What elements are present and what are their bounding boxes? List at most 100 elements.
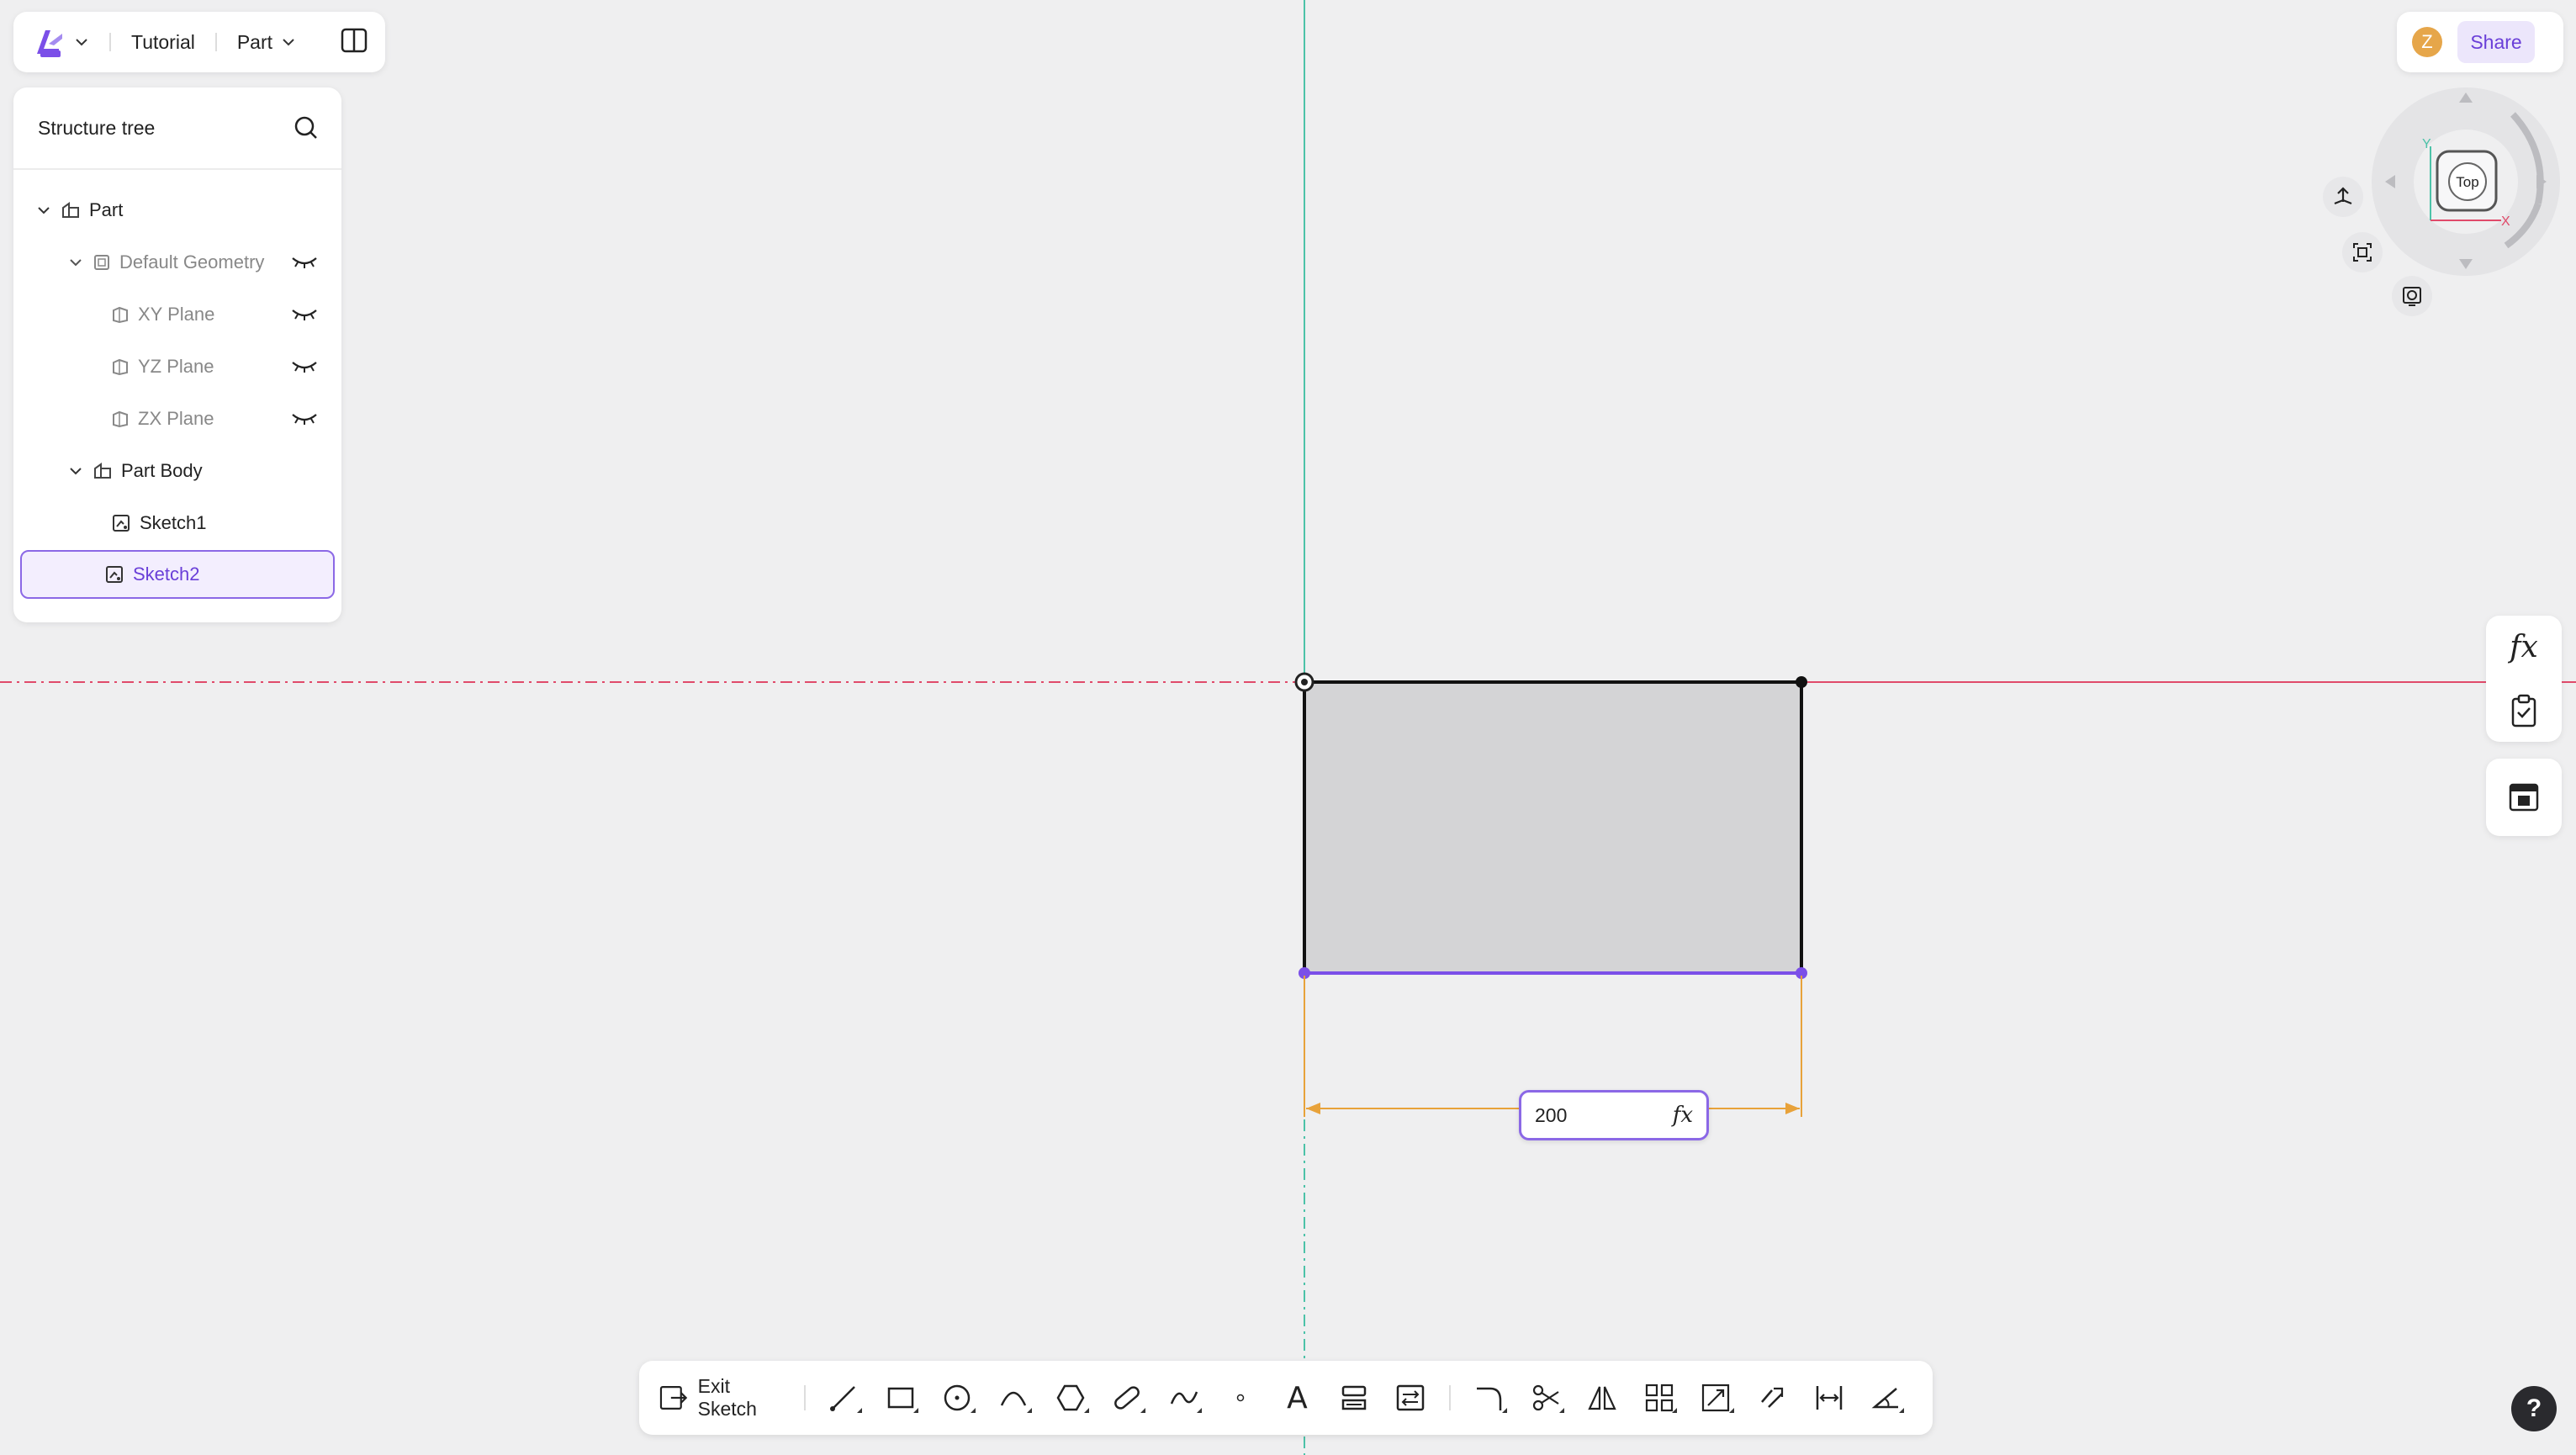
chevron-down-icon[interactable] (66, 464, 86, 478)
circle-icon (944, 1384, 971, 1411)
structure-tree-title: Structure tree (38, 116, 156, 139)
chevron-down-icon (283, 39, 294, 46)
tree-item-label: Part (89, 199, 124, 220)
tree-item-label: ZX Plane (138, 408, 214, 429)
right-side-panel-secondary (2486, 759, 2562, 836)
geometry-icon (93, 253, 111, 272)
slot-tool[interactable] (1099, 1373, 1156, 1423)
tree-item-sketch1[interactable]: Sketch1 (20, 499, 335, 548)
arc-tool[interactable] (986, 1373, 1042, 1423)
eye-closed-icon[interactable] (291, 357, 318, 379)
plane-icon (111, 305, 130, 324)
scale-tool[interactable] (1687, 1373, 1743, 1423)
search-icon[interactable] (293, 114, 320, 141)
axis-x-label: X (2501, 214, 2510, 229)
dimension-tool[interactable] (1801, 1373, 1857, 1423)
right-side-panel: fx (2486, 616, 2562, 742)
chevron-down-icon[interactable] (66, 256, 86, 269)
app-menu[interactable] (34, 25, 89, 59)
document-type-label: Part (236, 30, 273, 53)
tree-item-default-geometry[interactable]: Default Geometry (20, 238, 335, 287)
tree-item-label: Default Geometry (119, 251, 265, 272)
avatar[interactable]: Z (2412, 27, 2442, 57)
collaboration-box: Z Share (2397, 12, 2563, 72)
structure-tree-panel: Structure tree Part Default Geometry XY … (13, 87, 341, 622)
panel-toggle-button[interactable] (340, 26, 368, 59)
polygon-icon (1056, 1384, 1085, 1411)
spline-tool[interactable] (1156, 1373, 1212, 1423)
sketch-icon (111, 513, 131, 533)
mirror-tool[interactable] (1574, 1373, 1631, 1423)
display-mode-icon (2403, 287, 2421, 306)
dimension-formula-button[interactable]: fx (1673, 1103, 1693, 1128)
point-tool[interactable] (1212, 1373, 1268, 1423)
tree-item-xy-plane[interactable]: XY Plane (20, 290, 335, 339)
slot-icon (1114, 1386, 1140, 1410)
share-button[interactable]: Share (2457, 21, 2535, 63)
tree-item-label: Sketch1 (140, 512, 207, 533)
tree-item-sketch2[interactable]: Sketch2 (20, 550, 335, 599)
constraint-tool[interactable] (1382, 1373, 1438, 1423)
plane-icon (111, 410, 130, 428)
text-icon: A (1287, 1380, 1308, 1415)
text-tool[interactable]: A (1269, 1373, 1325, 1423)
exit-sketch-icon (659, 1386, 688, 1410)
sketch-icon (104, 564, 124, 585)
chevron-down-icon[interactable] (34, 204, 54, 217)
tree-item-label: Part Body (121, 460, 203, 481)
fillet-icon (1476, 1387, 1501, 1410)
arc-icon (1001, 1391, 1027, 1406)
pattern-tool[interactable] (1631, 1373, 1687, 1423)
eye-closed-icon[interactable] (291, 305, 318, 327)
line-icon (830, 1386, 856, 1411)
tree-item-part-body[interactable]: Part Body (20, 447, 335, 495)
eye-closed-icon[interactable] (291, 410, 318, 431)
app-logo-icon (37, 30, 62, 57)
angle-tool[interactable] (1858, 1373, 1914, 1423)
mirror-icon (1588, 1386, 1617, 1410)
tree-item-part[interactable]: Part (20, 186, 335, 235)
point-icon (1236, 1394, 1245, 1402)
rectangle-icon (887, 1387, 913, 1409)
parameter-table-icon[interactable] (2508, 782, 2540, 812)
home-view-icon (2334, 187, 2352, 205)
body-icon (93, 461, 113, 481)
pattern-icon (1645, 1384, 1673, 1412)
formula-button[interactable]: fx (2510, 630, 2538, 664)
eye-closed-icon[interactable] (291, 253, 318, 275)
tree-item-zx-plane[interactable]: ZX Plane (20, 394, 335, 443)
dimension-value-input[interactable] (1535, 1103, 1653, 1127)
spline-icon (1170, 1391, 1198, 1405)
circle-tool[interactable] (928, 1373, 985, 1423)
tree-item-yz-plane[interactable]: YZ Plane (20, 342, 335, 391)
project-tool[interactable] (1325, 1373, 1382, 1423)
chevron-down-icon (76, 39, 87, 46)
divider (109, 33, 111, 51)
angle-icon (1871, 1388, 1899, 1409)
part-icon (61, 200, 81, 220)
view-home-button[interactable] (2323, 177, 2363, 217)
header-bar: Tutorial Part (13, 12, 385, 72)
offset-icon (1760, 1387, 1783, 1408)
trim-tool[interactable] (1517, 1373, 1574, 1423)
fit-view-button[interactable] (2342, 232, 2383, 272)
sketch-canvas[interactable] (0, 0, 2576, 1455)
tree-item-label: XY Plane (138, 304, 215, 325)
breadcrumb-project[interactable]: Tutorial (131, 31, 195, 54)
offset-tool[interactable] (1744, 1373, 1801, 1423)
display-mode-button[interactable] (2392, 276, 2432, 316)
sketch-rectangle (1304, 682, 1801, 973)
exit-sketch-button[interactable]: Exit Sketch (658, 1375, 794, 1421)
help-button[interactable]: ? (2511, 1386, 2557, 1431)
clipboard-check-icon[interactable] (2509, 694, 2539, 728)
dimension-input-box: fx (1519, 1090, 1709, 1140)
divider (214, 33, 217, 51)
polygon-tool[interactable] (1042, 1373, 1098, 1423)
document-type-dropdown[interactable]: Part (237, 31, 296, 54)
project-icon (1341, 1385, 1367, 1410)
rectangle-tool[interactable] (872, 1373, 928, 1423)
line-tool[interactable] (816, 1373, 872, 1423)
dimension-icon (1816, 1386, 1843, 1410)
fillet-tool[interactable] (1461, 1373, 1517, 1423)
plane-icon (111, 357, 130, 376)
